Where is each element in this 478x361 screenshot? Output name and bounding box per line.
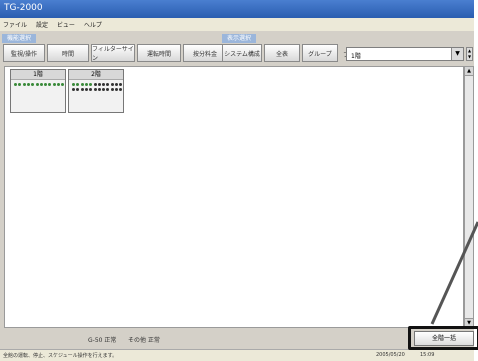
unit-indicator[interactable]	[72, 87, 75, 91]
app-window: TG-2000 ファイル 設定 ビュー ヘルプ 機能選択 表示選択 監視/操作 …	[0, 0, 474, 361]
menu-bar: ファイル 設定 ビュー ヘルプ	[0, 18, 474, 31]
floor-select-value: 1階	[351, 53, 361, 60]
unit-indicator[interactable]	[76, 83, 80, 86]
unit-indicator[interactable]	[106, 87, 110, 91]
unit-indicator[interactable]	[80, 87, 84, 91]
status-message: 全館の運転、停止、スケジュール操作を行えます。	[3, 353, 118, 359]
unit-indicator[interactable]	[106, 83, 110, 86]
unit-indicator[interactable]	[115, 83, 118, 86]
group-view-button[interactable]: グループ	[302, 44, 338, 62]
unit-indicator[interactable]	[52, 83, 56, 86]
unit-indicator[interactable]	[119, 83, 123, 86]
floor-tile-2[interactable]: 2階	[68, 69, 124, 113]
status-bar: 全館の運転、停止、スケジュール操作を行えます。 2005/05/20 15:09	[0, 349, 474, 361]
floor-select[interactable]: 1階 ▼	[346, 47, 464, 61]
callout-highlight-box	[408, 326, 478, 350]
view-group-label: 表示選択	[222, 34, 257, 43]
filter-sign-button[interactable]: フィルターサイン	[91, 44, 135, 62]
unit-indicator[interactable]	[80, 83, 84, 86]
unit-indicator[interactable]	[72, 83, 75, 86]
status-panel	[0, 331, 474, 348]
unit-indicator[interactable]	[110, 83, 114, 86]
charge-button[interactable]: 按分料金	[183, 44, 227, 62]
unit-indicator[interactable]	[97, 87, 101, 91]
time-button[interactable]: 時間	[47, 44, 89, 62]
vertical-scrollbar[interactable]: ▲ ▼	[464, 66, 474, 328]
unit-indicator[interactable]	[18, 83, 22, 86]
unit-indicator[interactable]	[26, 83, 30, 86]
floor-spinner[interactable]: ▲ ▼	[466, 47, 473, 61]
unit-indicator[interactable]	[44, 83, 48, 86]
title-bar: TG-2000	[0, 0, 474, 18]
window-title: TG-2000	[4, 3, 43, 13]
system-config-button[interactable]: システム構成	[222, 44, 262, 62]
unit-indicator[interactable]	[102, 87, 106, 91]
floor-tile-1[interactable]: 1階	[10, 69, 66, 113]
floor-tile-label: 2階	[69, 70, 123, 80]
function-toolbar: 監視/操作 時間 フィルターサイン 運転時間 按分料金	[3, 44, 227, 64]
unit-indicator[interactable]	[61, 83, 65, 86]
unit-indicator[interactable]	[76, 87, 80, 91]
unit-indicator[interactable]	[89, 83, 93, 86]
status-date: 2005/05/20	[376, 352, 405, 358]
unit-indicator[interactable]	[57, 83, 60, 86]
monitor-operate-button[interactable]: 監視/操作	[3, 44, 45, 62]
unit-indicator[interactable]	[14, 83, 17, 86]
unit-indicator[interactable]	[97, 83, 101, 86]
other-status: その他 正常	[128, 337, 160, 344]
unit-indicator[interactable]	[119, 87, 123, 91]
run-time-button[interactable]: 運転時間	[137, 44, 181, 62]
all-view-button[interactable]: 全表	[264, 44, 300, 62]
unit-indicator[interactable]	[39, 83, 43, 86]
menu-file[interactable]: ファイル	[3, 20, 27, 29]
unit-indicator[interactable]	[93, 87, 97, 91]
unit-indicator[interactable]	[48, 83, 52, 86]
menu-settings[interactable]: 設定	[36, 20, 48, 29]
chevron-down-icon[interactable]: ▼	[451, 48, 463, 60]
function-group-label: 機能選択	[2, 34, 37, 43]
floor-tile-label: 1階	[11, 70, 65, 80]
unit-indicator[interactable]	[93, 83, 97, 86]
unit-indicator[interactable]	[22, 83, 26, 86]
unit-indicator[interactable]	[110, 87, 114, 91]
unit-indicator[interactable]	[31, 83, 35, 86]
unit-indicator[interactable]	[115, 87, 118, 91]
menu-help[interactable]: ヘルプ	[84, 20, 102, 29]
g50-status: G-50 正常	[88, 337, 117, 344]
unit-indicator[interactable]	[102, 83, 106, 86]
unit-indicator[interactable]	[84, 87, 88, 91]
unit-indicator[interactable]	[84, 83, 88, 86]
status-time: 15:09	[420, 352, 435, 358]
scroll-up-icon[interactable]: ▲	[465, 67, 473, 76]
unit-indicator[interactable]	[89, 87, 93, 91]
menu-view[interactable]: ビュー	[57, 20, 75, 29]
unit-indicator[interactable]	[35, 83, 39, 86]
